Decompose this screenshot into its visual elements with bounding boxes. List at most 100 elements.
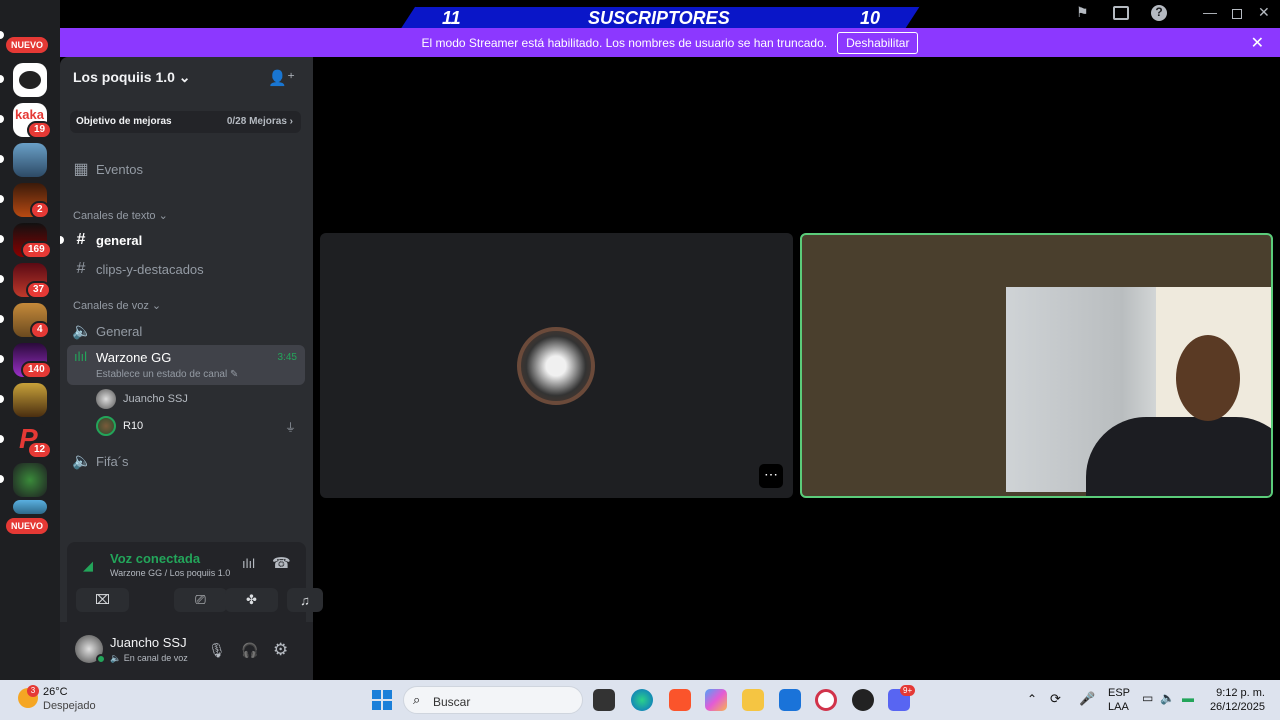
clock-date[interactable]: 26/12/2025 [1210,701,1265,713]
add-member-icon[interactable]: 👤⁺ [268,69,295,87]
subs-title: SUSCRIPTORES [588,8,730,28]
camera-off-icon: ⌧ [95,592,110,607]
streamer-mode-text: El modo Streamer está habilitado. Los no… [421,35,828,50]
windows-start-icon[interactable] [372,690,392,710]
speaker-icon: 🔈 [110,653,122,663]
server-rail: NUEVO kaka 19 2 169 37 4 140 P 12 NUEVO [0,0,60,680]
brave-icon[interactable] [669,689,691,711]
file-explorer-icon[interactable] [742,689,764,711]
screen-share-button[interactable]: ⎚ [174,588,227,612]
events-item[interactable]: ▦ Eventos [72,159,143,179]
hash-icon: # [76,231,86,248]
soundwave-icon[interactable]: ılıl [242,556,255,571]
mic-icon[interactable]: 🎙 [208,642,226,659]
channel-timer: 3:45 [277,352,297,363]
volume-icon[interactable]: 🔈 [1160,691,1175,705]
inbox-flag-icon[interactable]: ⚑ [1076,4,1089,21]
server-icon-9[interactable] [13,383,47,417]
mention-badge: 140 [21,361,52,379]
text-category[interactable]: Canales de texto ⌄ [73,209,168,222]
mention-badge: 2 [30,201,50,219]
layout-label[interactable]: LAA [1108,701,1129,713]
close-window-icon[interactable]: ✕ [1258,4,1270,21]
camera-off-button[interactable]: ⌧ [76,588,129,612]
weather-badge: 3 [27,685,39,697]
unread-dot [0,75,4,83]
voice-user-juancho[interactable]: Juancho SSJ [96,389,188,409]
text-category-label: Canales de texto [73,210,156,222]
close-banner-icon[interactable]: ✕ [1251,33,1264,53]
settings-gear-icon[interactable]: ⚙ [273,640,288,660]
maximize-icon[interactable] [1232,9,1242,19]
voice-connected-title[interactable]: Voz conectada [110,551,200,566]
speaker-icon: 🔈 [72,453,92,470]
voice-category-label: Canales de voz [73,300,149,312]
voice-channel-warzone[interactable]: ılıl Warzone GG 3:45 Establece un estado… [67,345,305,385]
server-name-button[interactable]: Los poquiis 1.0 ⌄ [73,69,191,86]
speaker-icon: 🔈 [72,323,92,340]
opera-icon[interactable] [815,689,837,711]
disconnect-icon[interactable]: ☎ [272,554,291,572]
channel-label: clips-y-destacados [96,261,204,277]
outlook-icon[interactable] [779,689,801,711]
headphones-icon[interactable]: 🎧 [241,642,258,659]
hash-icon: # [76,260,86,277]
server-icon-1[interactable] [13,63,47,97]
help-icon[interactable]: ? [1151,5,1167,21]
unread-dot [0,315,4,323]
voice-connected-subtitle[interactable]: Warzone GG / Los poquiis 1.0 [110,568,230,578]
disable-streamer-button[interactable]: Deshabilitar [837,31,919,54]
server-icon-12[interactable] [13,500,47,514]
screen-icon[interactable] [1113,6,1129,20]
unread-dot [0,355,4,363]
user-label: R10 [123,420,144,432]
chevron-down-icon: ⌄ [178,69,191,85]
battery-icon[interactable]: ▬ [1182,691,1194,705]
channel-label: Warzone GG [96,350,172,365]
edge-icon[interactable] [631,689,653,711]
unread-dot [0,235,4,243]
video-tile-r10[interactable] [800,233,1273,498]
mic-tray-icon[interactable]: 🎤 [1079,691,1095,707]
server-icon-3[interactable] [13,143,47,177]
obs-icon[interactable] [852,689,874,711]
wifi-icon[interactable]: ▭ [1142,691,1153,705]
voice-channel-general[interactable]: 🔈 General [72,321,142,341]
language-label[interactable]: ESP [1108,687,1130,699]
voice-channel-fifa[interactable]: 🔈 Fifa´s [72,451,129,471]
unread-dot [0,155,4,163]
weather-temp[interactable]: 26°C [43,686,68,698]
nuevo-badge: NUEVO [6,37,49,53]
user-name[interactable]: Juancho SSJ [110,635,187,650]
server-icon-11[interactable] [13,463,47,497]
sync-icon[interactable]: ⟳ [1050,691,1061,707]
voice-category[interactable]: Canales de voz ⌄ [73,299,161,312]
status-label: Establece un estado de canal [96,369,228,380]
more-options-icon[interactable]: ⋯ [759,464,783,488]
chevron-up-icon[interactable]: ⌃ [1027,692,1037,706]
taskbar-search[interactable]: ⌕ Buscar [403,686,583,714]
boost-goal[interactable]: Objetivo de mejoras 0/28 Mejoras › [70,111,301,133]
channel-sidebar: Los poquiis 1.0 ⌄ 👤⁺ Objetivo de mejoras… [60,57,323,680]
channel-label: Fifa´s [96,453,129,469]
streamer-mode-banner: El modo Streamer está habilitado. Los no… [60,28,1280,57]
channel-label: general [96,232,143,248]
video-tile-juancho[interactable]: ⋯ [320,233,793,498]
channel-status-text[interactable]: Establece un estado de canal ✎ [96,369,238,380]
copilot-icon[interactable] [705,689,727,711]
soundboard-button[interactable]: ♫ [287,588,323,612]
channel-general[interactable]: # general [72,231,143,249]
voice-user-r10[interactable]: R10 [96,416,143,436]
unread-dot [0,435,4,443]
task-view-icon[interactable] [593,689,615,711]
clock-time[interactable]: 9:12 p. m. [1216,687,1265,699]
channel-clips[interactable]: # clips-y-destacados [72,260,204,278]
mention-badge: 12 [27,441,53,459]
server-name: Los poquiis 1.0 [73,69,175,85]
signal-icon[interactable]: ◢ [83,558,93,574]
activities-button[interactable]: ✤ [225,588,278,612]
minimize-icon[interactable]: — [1203,4,1217,20]
weather-label[interactable]: Despejado [43,700,96,712]
boost-value: 0/28 Mejoras [226,116,287,127]
screen-share-icon: ⎚ [195,592,206,607]
